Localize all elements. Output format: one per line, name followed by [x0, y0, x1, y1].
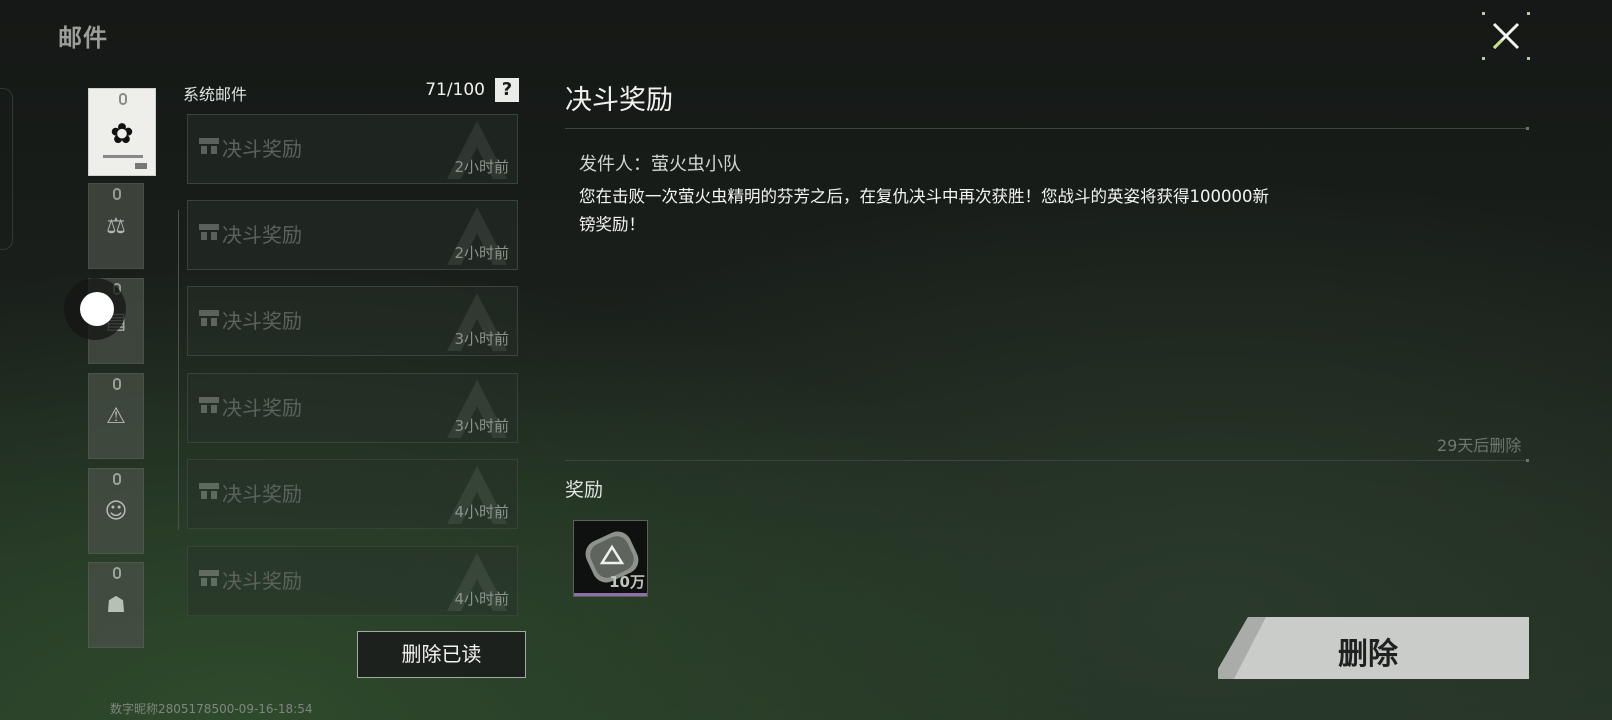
mail-item[interactable]: 决斗奖励 4小时前 — [187, 546, 518, 616]
robot-icon: ☗ — [106, 593, 126, 618]
list-scrollbar[interactable] — [178, 210, 179, 530]
category-tab-system[interactable]: ✿ — [88, 88, 156, 176]
mail-item-time: 3小时前 — [454, 417, 509, 435]
category-tab-warning[interactable]: ⚠ — [88, 373, 144, 459]
flower-icon: ✿ — [110, 117, 134, 150]
mail-gift-icon — [199, 310, 219, 326]
gavel-icon: ⚖ — [106, 214, 126, 239]
mail-sender: 发件人：萤火虫小队 — [579, 154, 741, 175]
reward-item[interactable]: 10万 — [573, 520, 648, 597]
mail-item-time: 4小时前 — [454, 503, 509, 521]
mail-gift-icon — [199, 570, 219, 586]
mail-item-title: 决斗奖励 — [222, 482, 302, 506]
divider — [565, 127, 1529, 130]
mail-item-time: 2小时前 — [454, 244, 509, 262]
category-tab-friends[interactable]: ☺ — [88, 468, 144, 554]
mail-item[interactable]: 决斗奖励 3小时前 — [187, 373, 518, 443]
delete-button[interactable]: 删除 — [1218, 617, 1529, 679]
close-icon — [1492, 22, 1520, 50]
mail-gift-icon — [199, 483, 219, 499]
mail-item[interactable]: 决斗奖励 2小时前 — [187, 114, 518, 184]
mail-item[interactable]: 决斗奖励 2小时前 — [187, 200, 518, 270]
warning-icon: ⚠ — [106, 404, 126, 429]
side-drawer-handle[interactable] — [0, 88, 13, 250]
mail-item-time: 4小时前 — [454, 590, 509, 608]
expire-notice: 29天后删除 — [1437, 436, 1522, 455]
face-icon: ☺ — [104, 499, 128, 524]
delete-read-button[interactable]: 删除已读 — [357, 631, 526, 678]
mail-item-title: 决斗奖励 — [222, 223, 302, 247]
mail-list-title: 系统邮件 — [183, 85, 248, 104]
help-icon[interactable]: ? — [495, 78, 519, 102]
mail-count: 71/100 — [425, 80, 485, 100]
floating-assist-button[interactable] — [80, 292, 114, 326]
mail-item[interactable]: 决斗奖励 3小时前 — [187, 286, 518, 356]
mail-gift-icon — [199, 138, 219, 154]
category-tab-robot[interactable]: ☗ — [88, 562, 144, 648]
delete-button-label: 删除 — [1338, 637, 1398, 672]
mail-item-title: 决斗奖励 — [222, 137, 302, 161]
mail-body: 您在击败一次萤火虫精明的芬芳之后，在复仇决斗中再次获胜！您战斗的英姿将获得100… — [579, 187, 1269, 234]
mail-item-title: 决斗奖励 — [222, 569, 302, 593]
mail-gift-icon — [199, 224, 219, 240]
divider — [565, 459, 1529, 462]
mail-item-title: 决斗奖励 — [222, 309, 302, 333]
mail-item[interactable]: 决斗奖励 4小时前 — [187, 459, 518, 529]
reward-label: 奖励 — [565, 479, 604, 501]
reward-quantity: 10万 — [609, 573, 645, 591]
page-title: 邮件 — [58, 24, 108, 52]
rarity-bar — [574, 593, 647, 596]
mail-detail-title: 决斗奖励 — [565, 85, 673, 116]
player-id-text: 数字昵称2805178500-09-16-18:54 — [110, 702, 313, 716]
mail-gift-icon — [199, 397, 219, 413]
close-button[interactable] — [1482, 12, 1530, 60]
mail-list-header: 系统邮件 71/100 ? — [183, 78, 519, 104]
mail-item-time: 2小时前 — [454, 158, 509, 176]
category-tab-duel[interactable]: ⚖ — [88, 183, 144, 269]
mail-item-title: 决斗奖励 — [222, 396, 302, 420]
mail-item-time: 3小时前 — [454, 330, 509, 348]
